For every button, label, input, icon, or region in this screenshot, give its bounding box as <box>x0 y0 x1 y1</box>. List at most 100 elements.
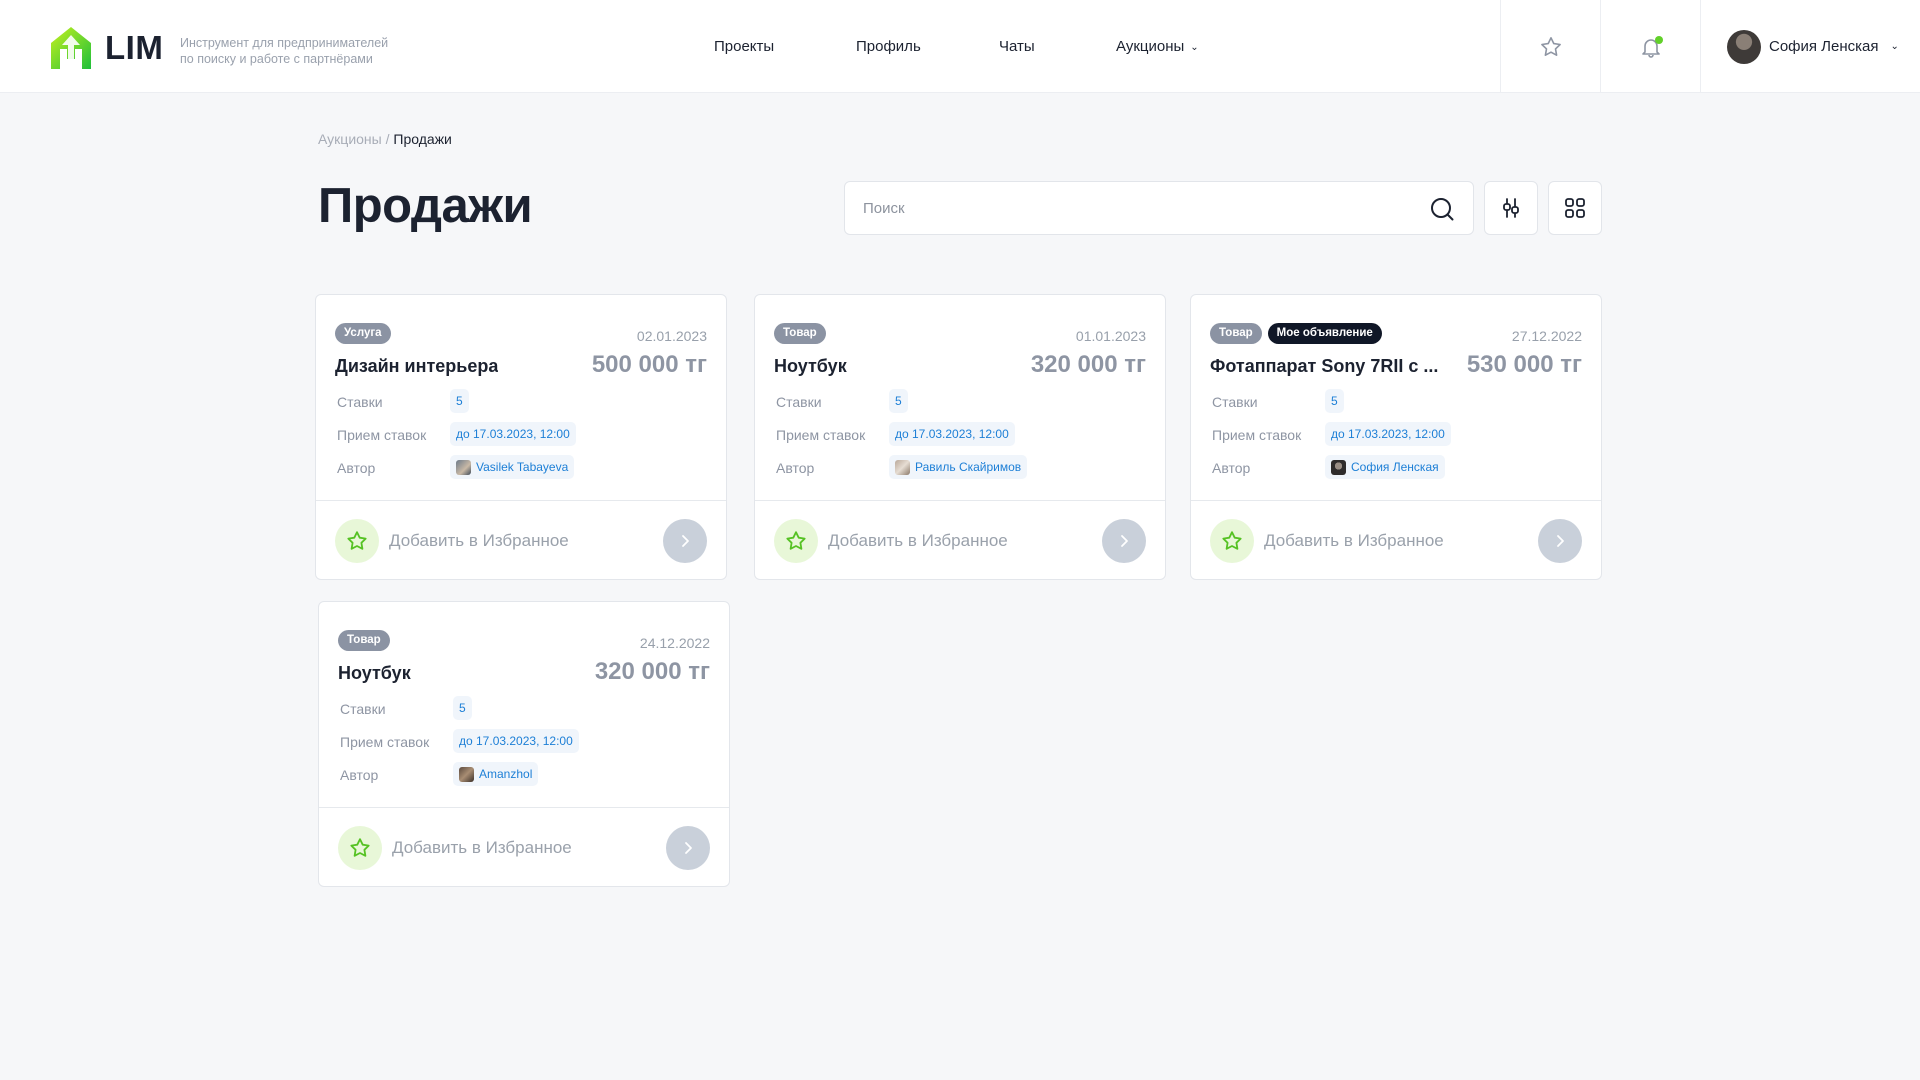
page-title: Продажи <box>318 179 533 233</box>
favorite-label: Добавить в Избранное <box>392 838 572 857</box>
notifications-button[interactable] <box>1600 0 1700 93</box>
card-title[interactable]: Ноутбук <box>774 356 847 377</box>
star-icon <box>1222 531 1242 550</box>
favorite-label: Добавить в Избранное <box>1264 531 1444 550</box>
bids-count: 5 <box>450 389 469 413</box>
add-to-favorites-button[interactable]: Добавить в Избранное <box>338 826 572 870</box>
divider <box>1191 500 1601 501</box>
divider <box>319 807 729 808</box>
nav-item-profile[interactable]: Профиль <box>856 38 921 55</box>
my-listing-tag: Мое объявление <box>1267 323 1382 344</box>
bids-count: 5 <box>889 389 908 413</box>
breadcrumb: Аукционы / Продажи <box>318 131 452 147</box>
breadcrumb-current: Продажи <box>393 131 452 147</box>
auction-card[interactable]: Услуга 02.01.2023 Дизайн интерьера 500 0… <box>315 294 727 580</box>
tagline: Инструмент для предпринимателей по поиск… <box>180 35 388 67</box>
author-name: Vasilek Tabayeva <box>476 460 569 474</box>
sliders-icon <box>1503 198 1519 218</box>
chevron-down-icon: ⌄ <box>1190 42 1199 53</box>
deadline-label: Прием ставок <box>337 427 427 443</box>
deadline-value: до 17.03.2023, 12:00 <box>453 729 579 753</box>
favorite-star-badge <box>774 519 818 563</box>
grid-view-button[interactable] <box>1548 181 1602 235</box>
card-price: 500 000 тг <box>591 351 707 378</box>
favorite-label: Добавить в Избранное <box>828 531 1008 550</box>
favorite-label: Добавить в Избранное <box>389 531 569 550</box>
favorites-button[interactable] <box>1500 0 1600 93</box>
avatar <box>895 459 910 475</box>
author-chip[interactable]: София Ленская <box>1325 455 1445 479</box>
notification-dot <box>1655 36 1663 44</box>
author-chip[interactable]: Vasilek Tabayeva <box>450 455 575 479</box>
card-date: 27.12.2022 <box>1511 328 1582 344</box>
bids-count: 5 <box>453 696 472 720</box>
author-name: Amanzhol <box>479 767 533 781</box>
open-card-button[interactable] <box>663 519 707 563</box>
nav-item-chats[interactable]: Чаты <box>999 38 1035 55</box>
card-price: 530 000 тг <box>1466 351 1582 378</box>
user-menu[interactable]: София Ленская ⌄ <box>1700 0 1920 93</box>
breadcrumb-parent[interactable]: Аукционы <box>318 131 382 147</box>
chevron-right-icon <box>685 842 692 854</box>
bids-label: Ставки <box>337 394 383 410</box>
card-tags: Товар Мое объявление <box>1210 323 1382 344</box>
user-name: София Ленская <box>1769 38 1879 55</box>
card-date: 24.12.2022 <box>639 635 710 651</box>
author-name: София Ленская <box>1351 460 1439 474</box>
tagline-line-2: по поиску и работе с партнёрами <box>180 52 373 66</box>
search-icon[interactable] <box>1429 196 1455 222</box>
nav-item-projects[interactable]: Проекты <box>714 38 774 55</box>
favorite-star-badge <box>335 519 379 563</box>
author-chip[interactable]: Равиль Скайримов <box>889 455 1028 479</box>
filter-button[interactable] <box>1484 181 1538 235</box>
card-title[interactable]: Дизайн интерьера <box>335 356 498 377</box>
deadline-label: Прием ставок <box>1212 427 1302 443</box>
bids-count: 5 <box>1325 389 1344 413</box>
chevron-right-icon <box>1557 535 1564 547</box>
avatar <box>1727 29 1761 64</box>
card-title[interactable]: Фотаппарат Sony 7RII с ... <box>1210 356 1438 377</box>
breadcrumb-separator: / <box>381 131 394 147</box>
auction-card[interactable]: Товар 24.12.2022 Ноутбук 320 000 тг Став… <box>318 601 730 887</box>
nav-item-auctions[interactable]: Аукционы ⌄ <box>1116 38 1199 55</box>
card-tags: Услуга <box>335 323 391 344</box>
card-price: 320 000 тг <box>1030 351 1146 378</box>
card-tags: Товар <box>338 630 390 651</box>
type-tag: Товар <box>774 323 826 344</box>
nav-item-auctions-label: Аукционы <box>1116 38 1185 55</box>
star-icon <box>786 531 806 550</box>
open-card-button[interactable] <box>1102 519 1146 563</box>
open-card-button[interactable] <box>1538 519 1582 563</box>
card-date: 02.01.2023 <box>636 328 707 344</box>
card-price: 320 000 тг <box>594 658 710 685</box>
avatar <box>456 459 471 475</box>
open-card-button[interactable] <box>666 826 710 870</box>
divider <box>755 500 1165 501</box>
type-tag: Товар <box>338 630 390 651</box>
chevron-down-icon: ⌄ <box>1890 41 1899 52</box>
author-label: Автор <box>776 460 815 476</box>
deadline-value: до 17.03.2023, 12:00 <box>889 422 1015 446</box>
auction-card[interactable]: Товар Мое объявление 27.12.2022 Фотаппар… <box>1190 294 1602 580</box>
author-chip[interactable]: Amanzhol <box>453 762 539 786</box>
grid-icon <box>1565 198 1585 218</box>
card-tags: Товар <box>774 323 826 344</box>
card-date: 01.01.2023 <box>1075 328 1146 344</box>
add-to-favorites-button[interactable]: Добавить в Избранное <box>774 519 1008 563</box>
logo[interactable]: LIM <box>49 25 163 71</box>
deadline-value: до 17.03.2023, 12:00 <box>450 422 576 446</box>
add-to-favorites-button[interactable]: Добавить в Избранное <box>335 519 569 563</box>
type-tag: Услуга <box>335 323 391 344</box>
search-input[interactable] <box>863 182 1403 234</box>
logo-arrow-icon <box>51 27 91 69</box>
auction-card[interactable]: Товар 01.01.2023 Ноутбук 320 000 тг Став… <box>754 294 1166 580</box>
bids-label: Ставки <box>776 394 822 410</box>
card-title[interactable]: Ноутбук <box>338 663 411 684</box>
deadline-label: Прием ставок <box>776 427 866 443</box>
add-to-favorites-button[interactable]: Добавить в Избранное <box>1210 519 1444 563</box>
deadline-value: до 17.03.2023, 12:00 <box>1325 422 1451 446</box>
star-icon <box>350 838 370 857</box>
logo-text: LIM <box>105 29 164 66</box>
favorite-star-badge <box>1210 519 1254 563</box>
chevron-right-icon <box>682 535 689 547</box>
